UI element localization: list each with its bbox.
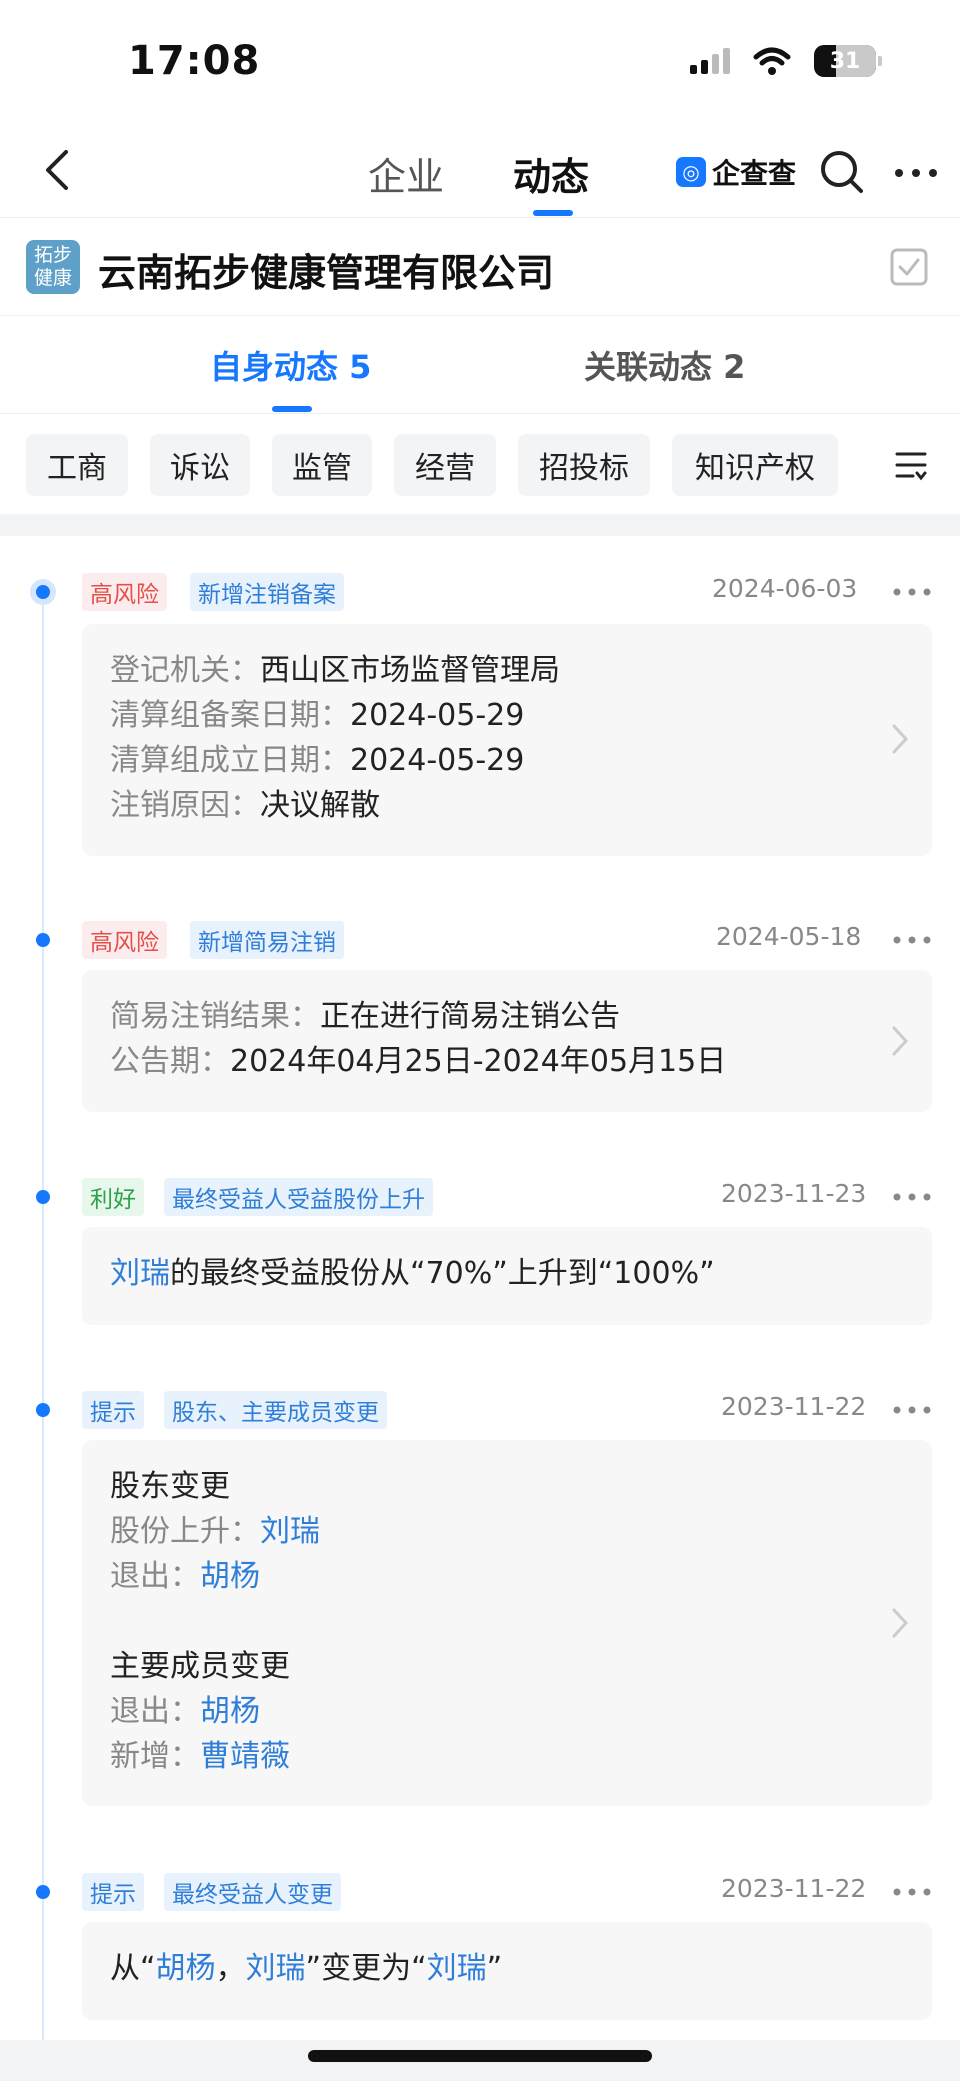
event-card: 刘瑞的最终受益股份从“70%”上升到“100%” <box>82 1227 932 1325</box>
battery-icon: 31 <box>814 45 882 77</box>
brand-logo-icon: ◎ <box>676 157 706 187</box>
event-card[interactable]: 股东变更 股份上升：刘瑞 退出：胡杨 主要成员变更 退出：胡杨 新增：曹靖薇 <box>82 1440 932 1806</box>
more-icon[interactable] <box>894 168 938 178</box>
company-header: 拓步 健康 云南拓步健康管理有限公司 <box>0 220 960 316</box>
chevron-right-icon <box>892 1026 909 1056</box>
filter-chip-ip[interactable]: 知识产权 <box>672 434 838 496</box>
tab-own-dynamics[interactable]: 自身动态 5 <box>210 342 371 388</box>
sub-tabs: 自身动态 5 关联动态 2 <box>0 318 960 414</box>
event-date: 2024-06-03 <box>712 574 858 603</box>
event-type-tag: 最终受益人变更 <box>164 1873 341 1911</box>
section-title: 主要成员变更 <box>110 1649 290 1684</box>
nav-bar: 企业 动态 ◎ 企查查 <box>0 120 960 218</box>
more-icon[interactable] <box>892 1887 932 1897</box>
timeline-dot <box>36 933 50 947</box>
section-divider <box>0 514 960 536</box>
chevron-right-icon <box>892 1608 909 1638</box>
sub-tab-indicator <box>272 406 312 412</box>
brand-logo: ◎ 企查查 <box>676 152 796 192</box>
filter-chip-regulation[interactable]: 监管 <box>272 434 372 496</box>
company-name[interactable]: 云南拓步健康管理有限公司 <box>98 242 554 297</box>
event-card: 从“胡杨，刘瑞”变更为“刘瑞” <box>82 1922 932 2020</box>
status-time: 17:08 <box>128 38 261 84</box>
person-link[interactable]: 刘瑞 <box>260 1514 320 1549</box>
risk-tag: 高风险 <box>82 573 167 611</box>
filter-chip-business[interactable]: 工商 <box>26 434 128 496</box>
timeline-dot <box>36 1190 50 1204</box>
chevron-right-icon <box>892 724 909 754</box>
company-logo: 拓步 健康 <box>26 240 80 294</box>
active-tab-indicator <box>533 210 573 216</box>
wifi-icon <box>753 47 791 75</box>
person-link[interactable]: 刘瑞 <box>246 1951 306 1986</box>
person-link[interactable]: 胡杨 <box>200 1694 260 1729</box>
tab-enterprise[interactable]: 企业 <box>368 146 444 201</box>
back-icon[interactable] <box>38 148 78 192</box>
event-date: 2023-11-22 <box>721 1392 867 1421</box>
event-card[interactable]: 简易注销结果：正在进行简易注销公告 公告期：2024年04月25日-2024年0… <box>82 970 932 1112</box>
timeline-dot <box>36 1403 50 1417</box>
event-type-tag: 新增注销备案 <box>190 573 344 611</box>
search-icon[interactable] <box>818 148 864 194</box>
person-link[interactable]: 刘瑞 <box>110 1256 170 1291</box>
filter-chip-bidding[interactable]: 招投标 <box>518 434 650 496</box>
more-icon[interactable] <box>892 587 932 597</box>
filter-chip-litigation[interactable]: 诉讼 <box>150 434 250 496</box>
event-date: 2023-11-22 <box>721 1874 867 1903</box>
timeline-dot <box>36 1885 50 1899</box>
person-link[interactable]: 刘瑞 <box>427 1951 487 1986</box>
battery-level: 31 <box>829 48 861 74</box>
more-icon[interactable] <box>892 1192 932 1202</box>
person-link[interactable]: 胡杨 <box>200 1559 260 1594</box>
event-date: 2024-05-18 <box>716 922 862 951</box>
timeline-line <box>42 586 44 2046</box>
event-card[interactable]: 登记机关：西山区市场监督管理局 清算组备案日期：2024-05-29 清算组成立… <box>82 624 932 856</box>
hint-tag: 提示 <box>82 1873 144 1911</box>
cellular-signal-icon <box>690 48 730 74</box>
tab-related-dynamics[interactable]: 关联动态 2 <box>584 342 745 388</box>
hint-tag: 提示 <box>82 1391 144 1429</box>
more-icon[interactable] <box>892 935 932 945</box>
event-date: 2023-11-23 <box>721 1179 867 1208</box>
tab-dynamics[interactable]: 动态 <box>513 146 589 201</box>
event-type-tag: 股东、主要成员变更 <box>164 1391 387 1429</box>
timeline-dot <box>36 585 50 599</box>
person-link[interactable]: 胡杨 <box>156 1951 216 1986</box>
positive-tag: 利好 <box>82 1178 144 1216</box>
event-type-tag: 新增简易注销 <box>190 921 344 959</box>
filter-menu-icon[interactable] <box>862 434 960 496</box>
filter-chip-operation[interactable]: 经营 <box>394 434 496 496</box>
risk-tag: 高风险 <box>82 921 167 959</box>
brand-name: 企查查 <box>712 157 797 190</box>
event-type-tag: 最终受益人受益股份上升 <box>164 1178 433 1216</box>
home-indicator[interactable] <box>308 2050 652 2062</box>
filter-row: 工商 诉讼 监管 经营 招投标 知识产权 <box>0 416 960 514</box>
follow-checkbox-icon[interactable] <box>890 248 928 286</box>
section-title: 股东变更 <box>110 1469 230 1504</box>
person-link[interactable]: 曹靖薇 <box>200 1739 290 1774</box>
more-icon[interactable] <box>892 1405 932 1415</box>
status-bar: 17:08 31 <box>0 0 960 120</box>
